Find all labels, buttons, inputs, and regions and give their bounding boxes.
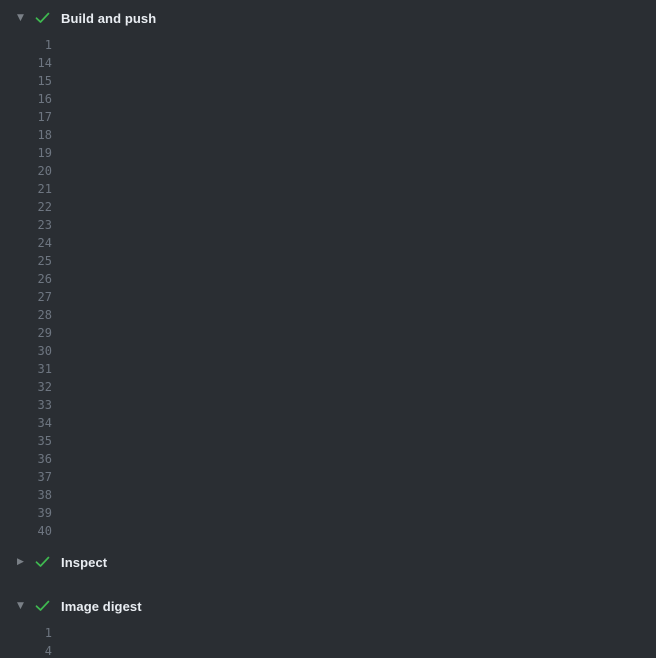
line-number[interactable]: 38 <box>0 486 52 504</box>
success-check-icon <box>35 600 50 612</box>
line-number[interactable]: 14 <box>0 54 52 72</box>
log-line[interactable]: 1 ▶ Run ./ <box>0 36 656 54</box>
section-header-build-and-push[interactable]: ▼ Build and push <box>0 0 656 36</box>
log-line[interactable]: 16 Starting build... <box>0 90 656 108</box>
section-header-image-digest[interactable]: ▼ Image digest <box>0 588 656 624</box>
line-number[interactable]: 25 <box>0 252 52 270</box>
log-line[interactable]: 4 sha256:e7ff8834a5963a2785c5a <box>0 642 656 658</box>
log-line[interactable]: 22 #1 [internal] load .dockeri <box>0 198 656 216</box>
chevron-icon[interactable]: ▶ <box>17 558 31 567</box>
log-line[interactable]: 40 #5 0.060 Hello world! <box>0 522 656 540</box>
line-number[interactable]: 22 <box>0 198 52 216</box>
log-line[interactable]: 26 #3 [internal] load metadata <box>0 270 656 288</box>
line-number[interactable]: 18 <box>0 126 52 144</box>
line-number[interactable]: 21 <box>0 180 52 198</box>
log-line[interactable]: 37 #4 DONE 0.4s <box>0 468 656 486</box>
section-title: Inspect <box>61 555 107 570</box>
section-header-inspect[interactable]: ▶ Inspect <box>0 544 656 580</box>
chevron-icon[interactable]: ▼ <box>17 14 31 23</box>
line-number[interactable]: 16 <box>0 90 52 108</box>
log-line[interactable]: 17 /usr/bin/docker buildx buil <box>0 108 656 126</box>
section-title: Build and push <box>61 11 156 26</box>
success-check-icon <box>35 556 50 568</box>
log-line[interactable]: 33 #4 sha256:a24bb4013296f61e8 <box>0 396 656 414</box>
log-line[interactable]: 34 #4 sha256:18551807089175890 <box>0 414 656 432</box>
log-line[interactable]: 18 #2 [internal] load build de <box>0 126 656 144</box>
section-log: 1 ▶ Run echo sha256:e7ff8834a59 <box>0 624 656 658</box>
line-number[interactable]: 31 <box>0 360 52 378</box>
line-number[interactable]: 29 <box>0 324 52 342</box>
log-section: ▼ Image digest 1 ▶ <box>0 588 656 658</box>
log-line[interactable]: 30 #4 resolve docker.io/librar <box>0 342 656 360</box>
log-section: ▶ Inspect <box>0 544 656 580</box>
line-number[interactable]: 28 <box>0 306 52 324</box>
line-number[interactable]: 37 <box>0 468 52 486</box>
log-line[interactable]: 20 #2 DONE 0.0s <box>0 162 656 180</box>
line-number[interactable]: 36 <box>0 450 52 468</box>
log-section: ▼ Build and push 1 ▶ <box>0 0 656 540</box>
line-number[interactable]: 34 <box>0 414 52 432</box>
line-number[interactable]: 17 <box>0 108 52 126</box>
line-number[interactable]: 23 <box>0 216 52 234</box>
log-line[interactable]: 36 #4 unpacking docker.io/libr <box>0 450 656 468</box>
log-line[interactable]: 1 ▶ Run echo sha256:e7ff8834a59 <box>0 624 656 642</box>
line-number[interactable]: 1 <box>0 36 52 54</box>
success-check-icon <box>35 12 50 24</box>
workflow-log-viewer: ▼ Build and push 1 ▶ <box>0 0 656 658</box>
line-number[interactable]: 40 <box>0 522 52 540</box>
line-number[interactable]: 15 <box>0 72 52 90</box>
line-number[interactable]: 27 <box>0 288 52 306</box>
line-number[interactable]: 39 <box>0 504 52 522</box>
log-line[interactable]: 14 Using builder instance buil <box>0 54 656 72</box>
line-number[interactable]: 4 <box>0 642 52 658</box>
line-number[interactable]: 35 <box>0 432 52 450</box>
line-number[interactable]: 33 <box>0 396 52 414</box>
log-line[interactable]: 38 <box>0 486 656 504</box>
log-line[interactable]: 29 #4 [1/2] FROM docker.io/lib <box>0 324 656 342</box>
log-line[interactable]: 32 #4 sha256:df20fa9351a15782c <box>0 378 656 396</box>
line-number[interactable]: 32 <box>0 378 52 396</box>
log-line[interactable]: 15 /usr/bin/docker buildx use <box>0 72 656 90</box>
line-number[interactable]: 30 <box>0 342 52 360</box>
log-line[interactable]: 28 <box>0 306 656 324</box>
section-title: Image digest <box>61 599 142 614</box>
line-number[interactable]: 19 <box>0 144 52 162</box>
log-line[interactable]: 19 #2 transferring dockerfile: <box>0 144 656 162</box>
line-number[interactable]: 26 <box>0 270 52 288</box>
section-log: 1 ▶ Run ./ 14 <box>0 36 656 540</box>
log-line[interactable]: 35 #4 unpacking docker.io/libr <box>0 432 656 450</box>
line-number[interactable]: 24 <box>0 234 52 252</box>
log-line[interactable]: 21 <box>0 180 656 198</box>
log-line[interactable]: 24 #1 DONE 0.0s <box>0 234 656 252</box>
log-line[interactable]: 27 #3 DONE 0.4s <box>0 288 656 306</box>
log-line[interactable]: 39 #5 [2/2] RUN echo "Hello wo <box>0 504 656 522</box>
log-line[interactable]: 23 #1 transferring context: 2B <box>0 216 656 234</box>
line-number[interactable]: 1 <box>0 624 52 642</box>
line-number[interactable]: 20 <box>0 162 52 180</box>
log-line[interactable]: 25 <box>0 252 656 270</box>
log-line[interactable]: 31 #4 sha256:a15790640a6690aa1 <box>0 360 656 378</box>
chevron-icon[interactable]: ▼ <box>17 602 31 611</box>
